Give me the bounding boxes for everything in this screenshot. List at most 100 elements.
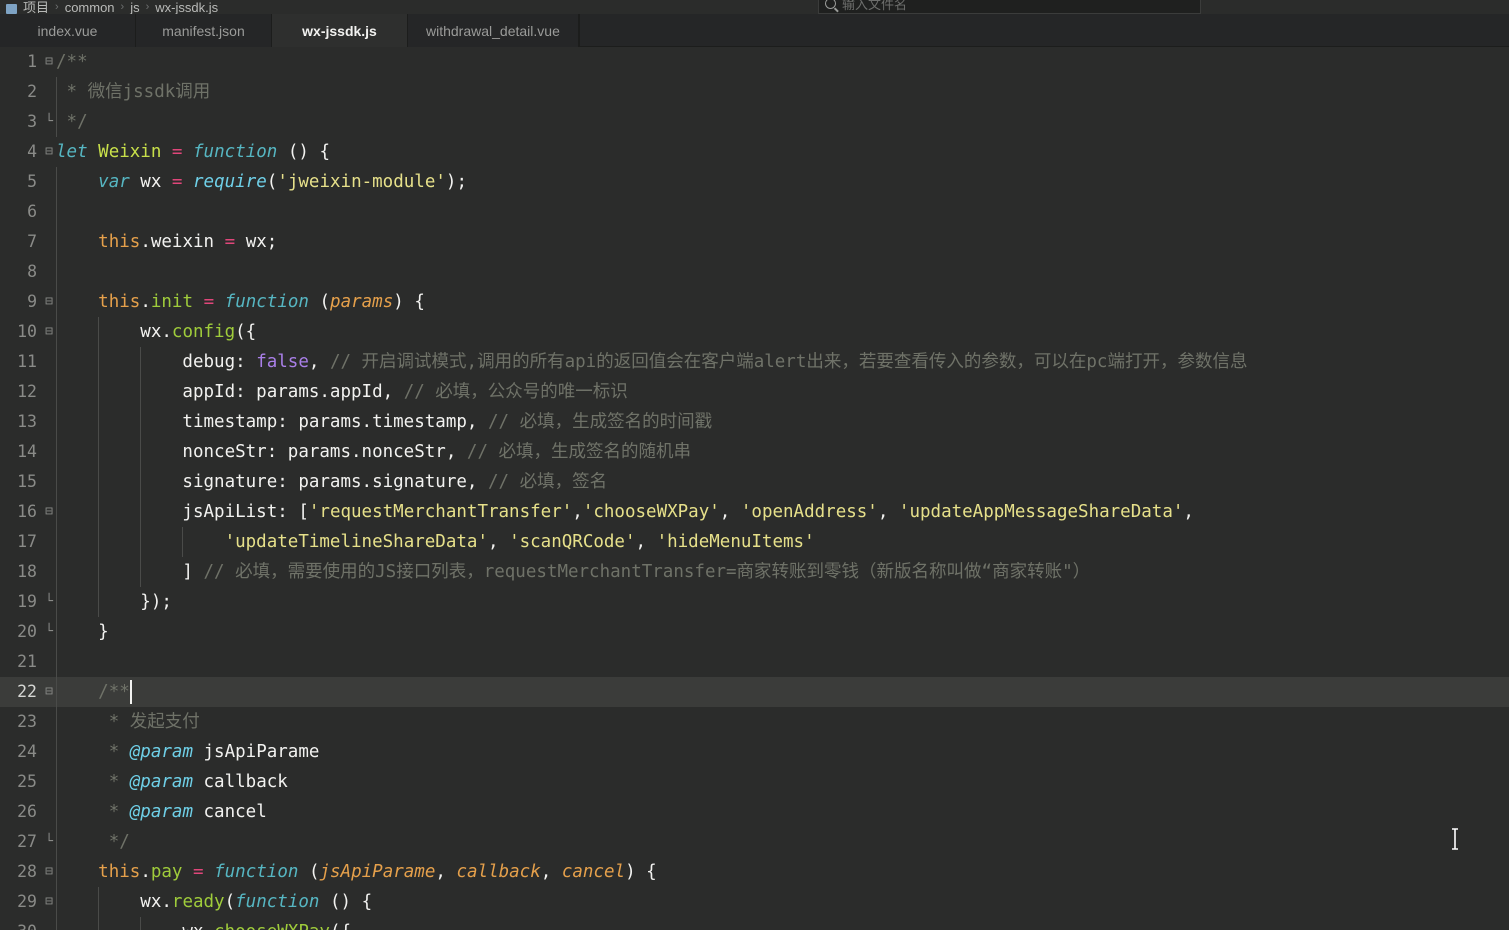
tab-index-vue[interactable]: index.vue	[0, 14, 136, 47]
code-line[interactable]: 22⊟ /**	[0, 677, 1509, 707]
code-line[interactable]: 7 this.weixin = wx;	[0, 227, 1509, 257]
tab-withdrawal-detail-vue[interactable]: withdrawal_detail.vue	[408, 14, 579, 47]
line-number: 20	[0, 617, 40, 647]
code-editor[interactable]: 1⊟/**2 * 微信jssdk调用3└ */4⊟let Weixin = fu…	[0, 47, 1509, 930]
fold-collapse-icon[interactable]: ⊟	[42, 497, 56, 527]
line-number: 18	[0, 557, 40, 587]
breadcrumb[interactable]: 项目 › common › js › wx-jssdk.js	[0, 0, 222, 14]
breadcrumb-separator-icon: ›	[144, 1, 152, 14]
fold-collapse-icon[interactable]: ⊟	[42, 137, 56, 167]
code-line[interactable]: 26 * @param cancel	[0, 797, 1509, 827]
line-number: 2	[0, 77, 40, 107]
line-number: 15	[0, 467, 40, 497]
search-icon	[825, 0, 836, 9]
code-line[interactable]: 17 'updateTimelineShareData', 'scanQRCod…	[0, 527, 1509, 557]
fold-collapse-icon[interactable]: ⊟	[42, 857, 56, 887]
code-line[interactable]: 5 var wx = require('jweixin-module');	[0, 167, 1509, 197]
breadcrumb-item-file[interactable]: wx-jssdk.js	[151, 1, 222, 14]
code-text: nonceStr: params.nonceStr, // 必填，生成签名的随机…	[56, 437, 691, 467]
line-number: 3	[0, 107, 40, 137]
code-text: debug: false, // 开启调试模式,调用的所有api的返回值会在客户…	[56, 347, 1247, 377]
line-number: 21	[0, 647, 40, 677]
code-line[interactable]: 18 ] // 必填，需要使用的JS接口列表，requestMerchantTr…	[0, 557, 1509, 587]
code-text: var wx = require('jweixin-module');	[56, 167, 467, 197]
code-line[interactable]: 30 wx.chooseWXPay({	[0, 917, 1509, 930]
breadcrumb-item-common[interactable]: common	[61, 1, 119, 14]
code-line[interactable]: 3└ */	[0, 107, 1509, 137]
code-line[interactable]: 23 * 发起支付	[0, 707, 1509, 737]
code-text: appId: params.appId, // 必填，公众号的唯一标识	[56, 377, 628, 407]
code-text: * @param jsApiParame	[56, 737, 319, 767]
search-input-placeholder[interactable]: 输入文件名	[842, 0, 907, 13]
code-text: /**	[56, 47, 88, 77]
line-number: 23	[0, 707, 40, 737]
code-line[interactable]: 20└ }	[0, 617, 1509, 647]
tab-manifest-json[interactable]: manifest.json	[136, 14, 272, 47]
fold-end-icon[interactable]: └	[42, 827, 56, 857]
line-number: 11	[0, 347, 40, 377]
code-text: * @param cancel	[56, 797, 267, 827]
code-text: this.weixin = wx;	[56, 227, 277, 257]
fold-collapse-icon[interactable]: ⊟	[42, 47, 56, 77]
code-text: jsApiList: ['requestMerchantTransfer','c…	[56, 497, 1194, 527]
tab-bar-filler	[579, 14, 1509, 46]
fold-end-icon[interactable]: └	[42, 587, 56, 617]
code-line[interactable]: 24 * @param jsApiParame	[0, 737, 1509, 767]
code-line[interactable]: 1⊟/**	[0, 47, 1509, 77]
code-line[interactable]: 28⊟ this.pay = function (jsApiParame, ca…	[0, 857, 1509, 887]
project-folder-icon	[6, 4, 17, 14]
fold-collapse-icon[interactable]: ⊟	[42, 317, 56, 347]
code-line[interactable]: 14 nonceStr: params.nonceStr, // 必填，生成签名…	[0, 437, 1509, 467]
code-text: */	[56, 107, 88, 137]
code-line[interactable]: 27└ */	[0, 827, 1509, 857]
code-line[interactable]: 16⊟ jsApiList: ['requestMerchantTransfer…	[0, 497, 1509, 527]
code-text: wx.config({	[56, 317, 256, 347]
breadcrumb-separator-icon: ›	[53, 1, 61, 14]
code-line[interactable]: 13 timestamp: params.timestamp, // 必填，生成…	[0, 407, 1509, 437]
code-text: }	[56, 617, 109, 647]
code-line[interactable]: 21	[0, 647, 1509, 677]
breadcrumb-bar: 项目 › common › js › wx-jssdk.js	[0, 0, 1509, 14]
breadcrumb-separator-icon: ›	[119, 1, 127, 14]
text-caret	[130, 680, 132, 704]
line-number: 7	[0, 227, 40, 257]
code-line[interactable]: 10⊟ wx.config({	[0, 317, 1509, 347]
line-number: 29	[0, 887, 40, 917]
line-number: 9	[0, 287, 40, 317]
editor-tab-bar: index.vue manifest.json wx-jssdk.js with…	[0, 14, 1509, 47]
file-search-box[interactable]: 输入文件名	[818, 0, 1201, 14]
line-number: 27	[0, 827, 40, 857]
line-number: 8	[0, 257, 40, 287]
fold-collapse-icon[interactable]: ⊟	[42, 677, 56, 707]
code-text: /**	[56, 677, 130, 707]
line-number: 4	[0, 137, 40, 167]
code-line[interactable]: 25 * @param callback	[0, 767, 1509, 797]
fold-end-icon[interactable]: └	[42, 107, 56, 137]
code-line[interactable]: 8	[0, 257, 1509, 287]
line-number: 17	[0, 527, 40, 557]
code-line[interactable]: 15 signature: params.signature, // 必填，签名	[0, 467, 1509, 497]
line-number: 1	[0, 47, 40, 77]
code-text: wx.ready(function () {	[56, 887, 372, 917]
file-search-container: 输入文件名	[818, 0, 1201, 14]
code-line[interactable]: 9⊟ this.init = function (params) {	[0, 287, 1509, 317]
breadcrumb-item-js[interactable]: js	[126, 1, 143, 14]
tab-wx-jssdk-js[interactable]: wx-jssdk.js	[272, 14, 408, 47]
line-number: 12	[0, 377, 40, 407]
line-number: 5	[0, 167, 40, 197]
code-line[interactable]: 19└ });	[0, 587, 1509, 617]
fold-end-icon[interactable]: └	[42, 617, 56, 647]
line-number: 6	[0, 197, 40, 227]
code-line[interactable]: 29⊟ wx.ready(function () {	[0, 887, 1509, 917]
code-line[interactable]: 2 * 微信jssdk调用	[0, 77, 1509, 107]
code-text: * 发起支付	[56, 707, 200, 737]
fold-collapse-icon[interactable]: ⊟	[42, 287, 56, 317]
code-line[interactable]: 12 appId: params.appId, // 必填，公众号的唯一标识	[0, 377, 1509, 407]
code-line[interactable]: 6	[0, 197, 1509, 227]
code-text: signature: params.signature, // 必填，签名	[56, 467, 607, 497]
fold-collapse-icon[interactable]: ⊟	[42, 887, 56, 917]
code-line[interactable]: 4⊟let Weixin = function () {	[0, 137, 1509, 167]
code-text: });	[56, 587, 172, 617]
breadcrumb-item-project[interactable]: 项目	[19, 1, 53, 14]
code-line[interactable]: 11 debug: false, // 开启调试模式,调用的所有api的返回值会…	[0, 347, 1509, 377]
